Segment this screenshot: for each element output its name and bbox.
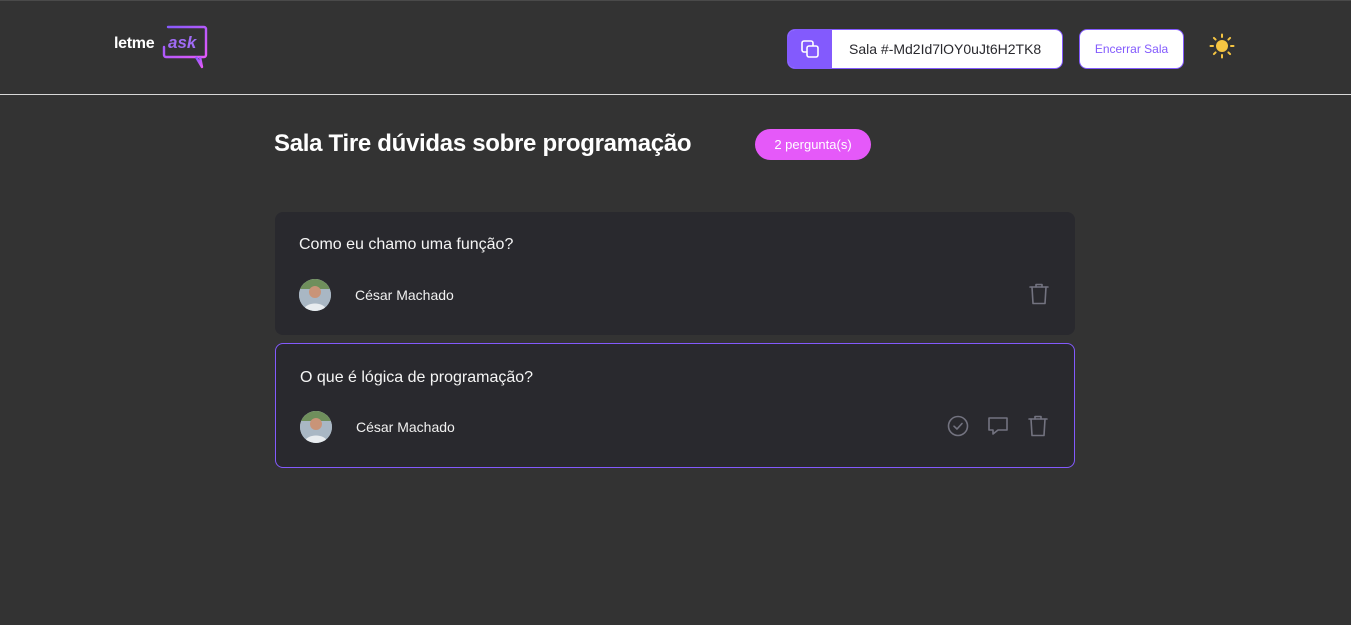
close-room-button[interactable]: Encerrar Sala bbox=[1079, 29, 1184, 69]
room-title: Sala Tire dúvidas sobre programação bbox=[274, 130, 692, 157]
question-actions bbox=[946, 414, 1050, 438]
header: letme ask Sala #-Md2Id7lOY0uJt6H2TK8 Enc… bbox=[0, 0, 1351, 95]
question-count-badge: 2 pergunta(s) bbox=[755, 129, 871, 160]
question-content: O que é lógica de programação? bbox=[300, 369, 534, 386]
trash-icon bbox=[1028, 415, 1048, 437]
trash-icon bbox=[1029, 283, 1049, 305]
avatar bbox=[300, 411, 332, 443]
highlight-question-button[interactable] bbox=[986, 414, 1010, 438]
question-card-highlighted: O que é lógica de programação? César Mac… bbox=[275, 343, 1075, 468]
author-name: César Machado bbox=[355, 287, 454, 303]
theme-toggle[interactable] bbox=[1208, 32, 1236, 60]
question-content: Como eu chamo uma função? bbox=[299, 236, 514, 253]
author-name: César Machado bbox=[356, 419, 455, 435]
sun-icon bbox=[1209, 33, 1235, 59]
delete-question-button[interactable] bbox=[1027, 282, 1051, 306]
avatar bbox=[299, 279, 331, 311]
mark-answered-button[interactable] bbox=[946, 414, 970, 438]
copy-icon bbox=[788, 30, 832, 68]
question-actions bbox=[1027, 282, 1051, 306]
question-author: César Machado bbox=[300, 411, 455, 443]
logo-text-letme: letme bbox=[114, 35, 155, 52]
question-author: César Machado bbox=[299, 279, 454, 311]
room-code-copy-button[interactable]: Sala #-Md2Id7lOY0uJt6H2TK8 bbox=[787, 29, 1063, 69]
comment-icon bbox=[988, 417, 1008, 435]
delete-question-button[interactable] bbox=[1026, 414, 1050, 438]
letmeask-logo[interactable]: letme ask bbox=[114, 25, 210, 71]
logo-text-ask: ask bbox=[168, 33, 197, 52]
room-code-label: Sala #-Md2Id7lOY0uJt6H2TK8 bbox=[849, 41, 1042, 57]
question-card: Como eu chamo uma função? César Machado bbox=[275, 212, 1075, 335]
check-circle-icon bbox=[947, 415, 969, 437]
